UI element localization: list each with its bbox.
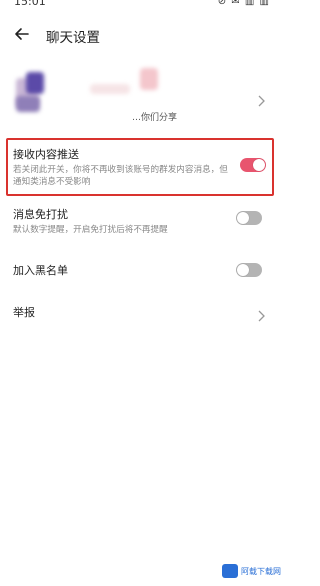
status-bar: 15:01 ⊘ ✉ ▥ ▥ [0, 0, 280, 14]
setting-description: 若关闭此开关，你将不再收到该账号的群发内容消息，但通知类消息不受影响 [13, 165, 228, 187]
setting-title: 举报 [13, 306, 35, 319]
chevron-right-icon [256, 307, 266, 322]
profile-card[interactable]: …你们分享 [0, 62, 280, 128]
profile-subtitle: …你们分享 [132, 113, 178, 123]
header: 聊天设置 [0, 18, 280, 54]
setting-blacklist: 加入黑名单 [0, 256, 280, 286]
receive-push-toggle[interactable] [240, 158, 266, 172]
blacklist-toggle[interactable] [236, 263, 262, 277]
setting-description: 默认数字提醒，开启免打扰后将不再提醒 [13, 225, 168, 235]
profile-info-blur [90, 84, 130, 94]
profile-name-blur [140, 68, 158, 90]
watermark: 阿载下载网 [222, 562, 281, 580]
watermark-text: 阿载下载网 [241, 567, 281, 576]
chevron-right-icon [256, 92, 266, 107]
avatar [12, 72, 60, 116]
setting-title: 接收内容推送 [13, 148, 79, 161]
setting-receive-push: 接收内容推送 若关闭此开关，你将不再收到该账号的群发内容消息，但通知类消息不受影… [0, 140, 280, 196]
setting-report[interactable]: 举报 [0, 298, 280, 328]
do-not-disturb-toggle[interactable] [236, 211, 262, 225]
setting-title: 加入黑名单 [13, 264, 68, 277]
status-time: 15:01 [14, 0, 46, 8]
setting-title: 消息免打扰 [13, 208, 68, 221]
back-arrow-icon[interactable] [13, 25, 31, 43]
watermark-logo [222, 564, 238, 578]
page-title: 聊天设置 [46, 30, 100, 46]
setting-do-not-disturb: 消息免打扰 默认数字提醒，开启免打扰后将不再提醒 [0, 200, 280, 244]
status-icons: ⊘ ✉ ▥ ▥ [217, 0, 270, 7]
